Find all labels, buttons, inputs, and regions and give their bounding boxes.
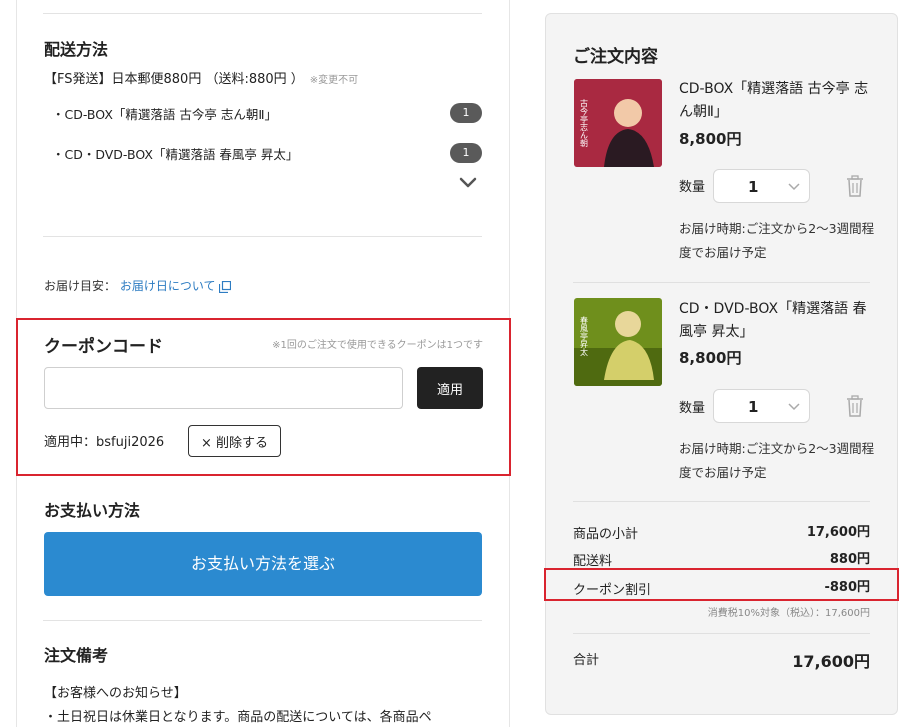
coupon-section: クーポンコード ※1回のご注文で使用できるクーポンは1つです 適用 適用中：bs… xyxy=(16,318,511,476)
quantity-label: 数量 xyxy=(679,180,706,195)
chevron-down-icon xyxy=(788,403,800,411)
shipping-item: ・CD-BOX「精選落語 古今亭 志ん朝Ⅱ」 xyxy=(52,107,277,122)
apply-coupon-button[interactable]: 適用 xyxy=(417,367,483,409)
shipping-fee-label: 配送料 xyxy=(573,554,613,569)
order-item-name: CD・DVD-BOX「精選落語 春風亭 昇太」 xyxy=(679,301,867,340)
tax-note: 消費税10%対象（税込）：17,600円 xyxy=(707,608,870,619)
divider xyxy=(573,282,870,283)
order-summary-panel: ご注文内容 古今亭志ん朝 CD-BOX「精選落語 古今亭 志ん朝Ⅱ」 8,800… xyxy=(545,13,898,715)
shipping-fee-value: 880円 xyxy=(829,552,870,567)
applied-coupon: 適用中：bsfuji2026 xyxy=(44,435,165,450)
chevron-down-icon xyxy=(788,183,800,191)
order-item-name: CD-BOX「精選落語 古今亭 志ん朝Ⅱ」 xyxy=(679,81,869,120)
coupon-title: クーポンコード xyxy=(44,337,163,357)
delivery-time: お届け時期:ご注文から2～3週間程度でお届け予定 xyxy=(679,221,875,260)
divider xyxy=(43,13,482,14)
delivery-time: お届け時期:ご注文から2～3週間程度でお届け予定 xyxy=(679,441,875,480)
divider xyxy=(573,501,870,502)
quantity-value: 1 xyxy=(748,398,759,416)
total-value: 17,600円 xyxy=(792,652,870,671)
order-item-price: 8,800円 xyxy=(679,349,742,367)
remarks-title: 注文備考 xyxy=(44,646,109,665)
divider xyxy=(43,236,482,237)
divider xyxy=(43,620,482,621)
shipping-title: 配送方法 xyxy=(44,40,109,59)
shipping-note: ※変更不可 xyxy=(309,75,359,86)
shipping-method-text: 【FS発送】日本郵便880円 （送料:880円 ） xyxy=(44,72,304,87)
order-item-price: 8,800円 xyxy=(679,130,742,148)
trash-icon[interactable] xyxy=(845,175,865,197)
quantity-select[interactable]: 1 xyxy=(713,169,810,203)
trash-icon[interactable] xyxy=(845,395,865,417)
coupon-note: ※1回のご注文で使用できるクーポンは1つです xyxy=(272,340,483,351)
notice-line: ・土日祝日は休業日となります。商品の配送については、各商品ペ xyxy=(44,710,432,725)
remove-coupon-button[interactable]: × 削除する xyxy=(188,425,281,457)
delivery-label: お届け目安： xyxy=(44,279,117,293)
chevron-down-icon[interactable] xyxy=(457,172,479,194)
subtotal-label: 商品の小計 xyxy=(573,527,639,542)
order-title: ご注文内容 xyxy=(573,47,658,67)
discount-highlight xyxy=(544,568,899,601)
shipping-method: 【FS発送】日本郵便880円 （送料:880円 ） ※変更不可 xyxy=(44,68,358,87)
divider xyxy=(573,633,870,634)
shipping-item: ・CD・DVD-BOX「精選落語 春風亭 昇太」 xyxy=(52,147,299,162)
item-count-badge: 1 xyxy=(450,103,482,123)
svg-text:古今亭志ん朝: 古今亭志ん朝 xyxy=(580,98,589,148)
total-label: 合計 xyxy=(573,653,600,668)
delivery-info-link[interactable]: お届け日について xyxy=(120,279,231,293)
delivery-link-text[interactable]: お届け日について xyxy=(120,279,216,293)
svg-text:春風亭昇太: 春風亭昇太 xyxy=(580,315,589,357)
product-thumbnail[interactable]: 春風亭昇太 xyxy=(574,298,662,386)
payment-title: お支払い方法 xyxy=(44,501,141,520)
notice-heading: 【お客様へのお知らせ】 xyxy=(44,686,187,701)
subtotal-value: 17,600円 xyxy=(806,525,870,540)
item-count-badge: 1 xyxy=(450,143,482,163)
coupon-code-input[interactable] xyxy=(44,367,403,409)
delivery-estimate: お届け目安： お届け日について xyxy=(44,277,231,294)
quantity-select[interactable]: 1 xyxy=(713,389,810,423)
product-thumbnail[interactable]: 古今亭志ん朝 xyxy=(574,79,662,167)
select-payment-button[interactable]: お支払い方法を選ぶ xyxy=(44,532,482,596)
external-window-icon xyxy=(218,280,231,293)
quantity-label: 数量 xyxy=(679,401,706,416)
quantity-value: 1 xyxy=(748,178,759,196)
